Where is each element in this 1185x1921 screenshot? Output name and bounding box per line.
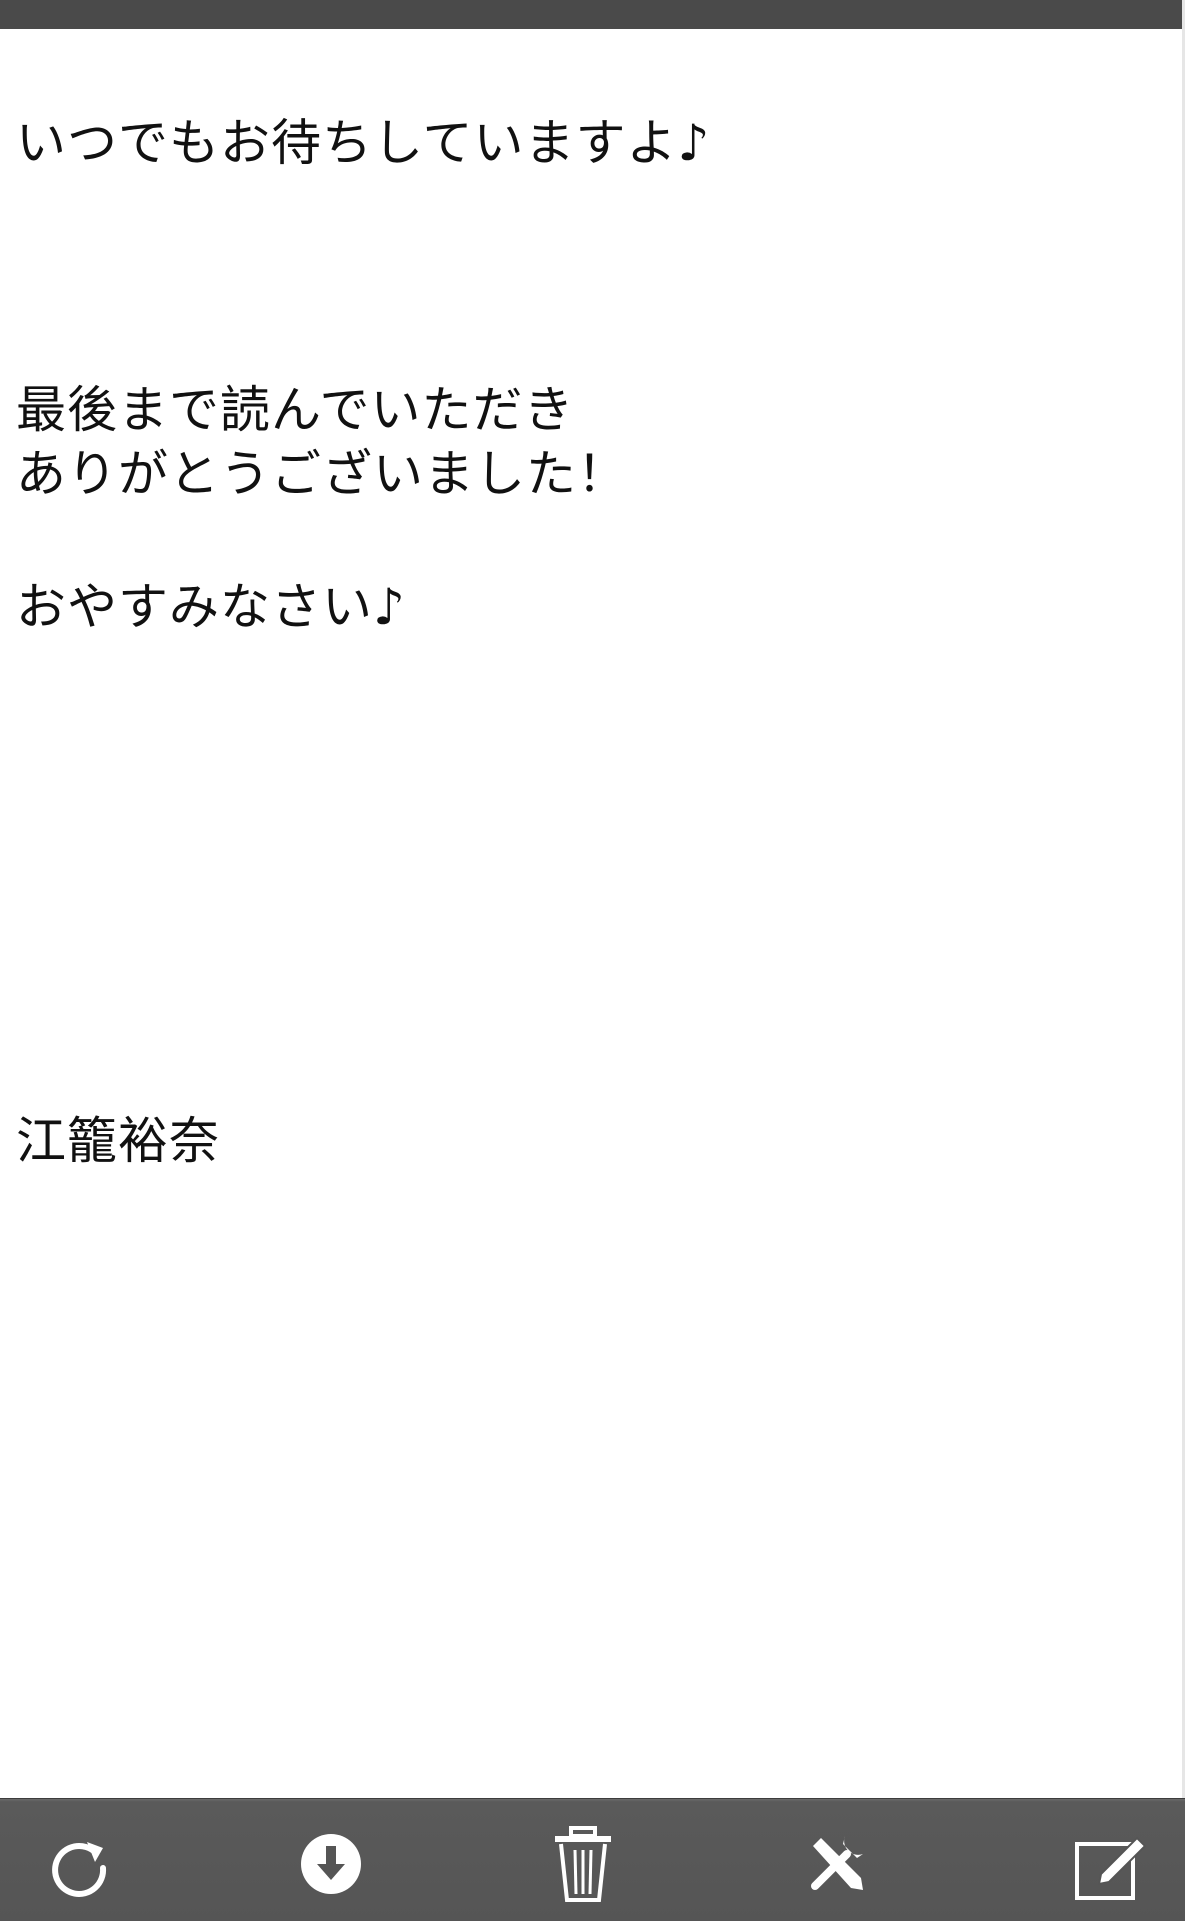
compose-button[interactable] bbox=[1066, 1819, 1156, 1909]
trash-button[interactable] bbox=[538, 1819, 628, 1909]
note-body[interactable]: いつでもお待ちしていますよ♪ 最後まで読んでいただき ありがとうございました！ … bbox=[0, 29, 1182, 1798]
download-button[interactable] bbox=[286, 1819, 376, 1909]
download-icon bbox=[295, 1828, 367, 1900]
note-line-3: ありがとうございました！ bbox=[16, 445, 628, 503]
note-line-1: いつでもお待ちしていますよ♪ bbox=[16, 114, 711, 172]
note-line-4: おやすみなさい♪ bbox=[16, 578, 406, 636]
refresh-button[interactable] bbox=[34, 1819, 124, 1909]
tools-button[interactable] bbox=[792, 1819, 882, 1909]
refresh-icon bbox=[43, 1828, 115, 1900]
compose-icon bbox=[1071, 1824, 1151, 1904]
note-line-5: 江籠裕奈 bbox=[16, 1112, 220, 1170]
bottom-toolbar bbox=[0, 1798, 1185, 1921]
note-line-2: 最後まで読んでいただき bbox=[16, 381, 575, 439]
tools-icon bbox=[801, 1828, 873, 1900]
trash-icon bbox=[547, 1824, 619, 1904]
status-bar bbox=[0, 0, 1185, 29]
